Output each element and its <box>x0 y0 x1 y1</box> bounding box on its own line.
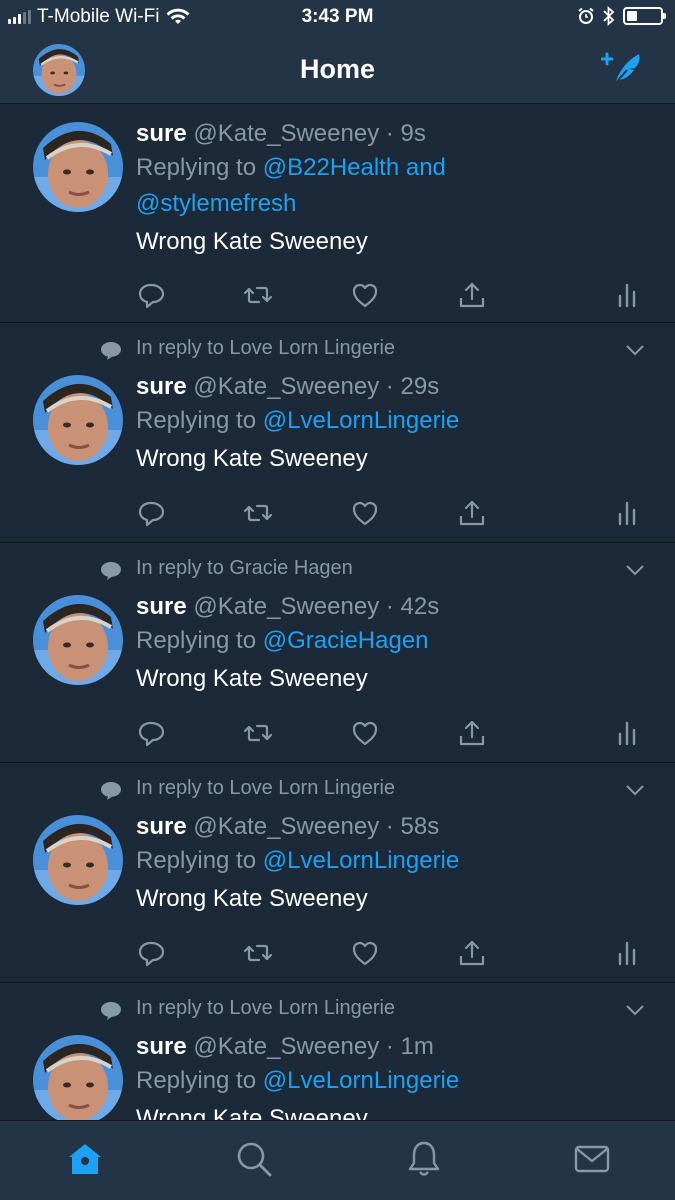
reply-icon[interactable] <box>136 280 166 310</box>
replying-prefix: Replying to <box>136 847 257 874</box>
tweet[interactable]: In reply to Love Lorn Lingerie sure @Kat… <box>0 323 675 543</box>
tweet-author-handle[interactable]: @Kate_Sweeney <box>193 1033 379 1060</box>
compose-tweet-icon[interactable] <box>601 48 645 88</box>
replying-prefix: Replying to <box>136 627 257 654</box>
reply-bubble-icon <box>101 342 121 360</box>
tweet-timestamp: · 29s <box>385 373 440 400</box>
share-icon[interactable] <box>457 280 487 310</box>
replying-link[interactable]: @LveLornLingerie <box>263 407 460 434</box>
tweet-author-handle[interactable]: @Kate_Sweeney <box>193 120 379 147</box>
tweet-author-name[interactable]: sure <box>136 1033 187 1060</box>
retweet-icon[interactable] <box>243 498 273 528</box>
tweet-timestamp: · 58s <box>385 813 440 840</box>
status-time: 3:43 PM <box>301 6 374 27</box>
mail-icon[interactable] <box>572 1139 612 1179</box>
reply-context[interactable]: In reply to Love Lorn Lingerie <box>136 777 395 800</box>
replying-prefix: Replying to <box>136 1067 257 1094</box>
chevron-down-icon[interactable] <box>625 563 645 577</box>
replying-link[interactable]: @stylemefresh <box>136 190 296 217</box>
bell-icon[interactable] <box>404 1139 444 1179</box>
retweet-icon[interactable] <box>243 280 273 310</box>
alarm-icon <box>578 7 594 24</box>
share-icon[interactable] <box>457 718 487 748</box>
tweet-avatar[interactable] <box>33 375 123 465</box>
home-icon[interactable] <box>65 1139 105 1179</box>
reply-context[interactable]: In reply to Love Lorn Lingerie <box>136 997 395 1020</box>
tweet-actions <box>136 280 639 310</box>
analytics-icon[interactable] <box>612 718 642 748</box>
tweet-text: Wrong Kate Sweeney <box>136 445 368 472</box>
chevron-down-icon[interactable] <box>625 783 645 797</box>
reply-icon[interactable] <box>136 498 166 528</box>
chevron-down-icon[interactable] <box>625 1003 645 1017</box>
like-icon[interactable] <box>350 498 380 528</box>
tweet-author-name[interactable]: sure <box>136 593 187 620</box>
reply-bubble-icon <box>101 562 121 580</box>
reply-icon[interactable] <box>136 718 166 748</box>
like-icon[interactable] <box>350 280 380 310</box>
replying-link[interactable]: @LveLornLingerie <box>263 1067 460 1094</box>
tweet[interactable]: In reply to Love Lorn Lingerie sure @Kat… <box>0 983 675 1120</box>
tweet-text: Wrong Kate Sweeney <box>136 885 368 912</box>
chevron-down-icon[interactable] <box>625 343 645 357</box>
tweet[interactable]: In reply to Gracie Hagen sure @Kate_Swee… <box>0 543 675 763</box>
tweet-author-handle[interactable]: @Kate_Sweeney <box>193 373 379 400</box>
tweet-author-handle[interactable]: @Kate_Sweeney <box>193 813 379 840</box>
reply-bubble-icon <box>101 782 121 800</box>
like-icon[interactable] <box>350 938 380 968</box>
tweet-timestamp: · 9s <box>385 120 426 147</box>
analytics-icon[interactable] <box>612 498 642 528</box>
tweet-avatar[interactable] <box>33 1035 123 1120</box>
tweet-author-name[interactable]: sure <box>136 813 187 840</box>
timeline[interactable]: sure @Kate_Sweeney · 9s Replying to @B22… <box>0 104 675 1120</box>
tweet-timestamp: · 42s <box>385 593 440 620</box>
tweet-text: Wrong Kate Sweeney <box>136 228 368 255</box>
replying-link[interactable]: @LveLornLingerie <box>263 847 460 874</box>
tab-bar <box>0 1120 675 1200</box>
tweet-avatar[interactable] <box>33 122 123 212</box>
replying-prefix: Replying to <box>136 407 257 434</box>
reply-context[interactable]: In reply to Gracie Hagen <box>136 557 353 580</box>
reply-context[interactable]: In reply to Love Lorn Lingerie <box>136 337 395 360</box>
replying-link[interactable]: @B22Health and <box>263 154 446 181</box>
reply-bubble-icon <box>101 1002 121 1020</box>
replying-link[interactable]: @GracieHagen <box>263 627 429 654</box>
like-icon[interactable] <box>350 718 380 748</box>
tweet-author-name[interactable]: sure <box>136 373 187 400</box>
tweet-text: Wrong Kate Sweeney <box>136 1105 368 1120</box>
tweet-author-handle[interactable]: @Kate_Sweeney <box>193 593 379 620</box>
tweet[interactable]: sure @Kate_Sweeney · 9s Replying to @B22… <box>0 104 675 323</box>
tweet-text: Wrong Kate Sweeney <box>136 665 368 692</box>
analytics-icon[interactable] <box>612 938 642 968</box>
reply-icon[interactable] <box>136 938 166 968</box>
retweet-icon[interactable] <box>243 938 273 968</box>
tweet[interactable]: In reply to Love Lorn Lingerie sure @Kat… <box>0 763 675 983</box>
tweet-actions <box>136 938 639 968</box>
tweet-actions <box>136 498 639 528</box>
tweet-timestamp: · 1m <box>385 1033 434 1060</box>
search-icon[interactable] <box>234 1139 274 1179</box>
retweet-icon[interactable] <box>243 718 273 748</box>
battery-icon <box>623 7 666 25</box>
analytics-icon[interactable] <box>612 280 642 310</box>
page-title: Home <box>299 54 375 84</box>
status-bar: T-Mobile Wi-Fi 3:43 PM <box>0 0 675 34</box>
tweet-actions <box>136 718 639 748</box>
bluetooth-icon <box>603 6 615 26</box>
tweet-avatar[interactable] <box>33 595 123 685</box>
tweet-avatar[interactable] <box>33 815 123 905</box>
tweet-author-name[interactable]: sure <box>136 120 187 147</box>
share-icon[interactable] <box>457 498 487 528</box>
replying-prefix: Replying to <box>136 154 257 181</box>
share-icon[interactable] <box>457 938 487 968</box>
nav-header: Home <box>0 34 675 104</box>
